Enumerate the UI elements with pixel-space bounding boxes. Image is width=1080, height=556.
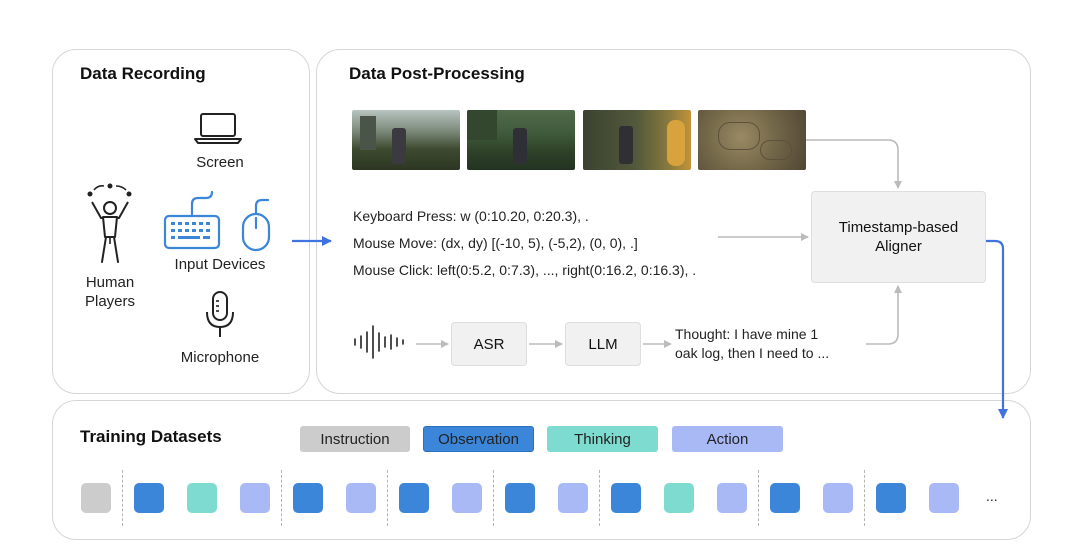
sequence-item-action (929, 483, 959, 513)
data-post-processing-title: Data Post-Processing (349, 64, 525, 83)
llm-box: LLM (565, 322, 641, 366)
thought-line2: oak log, then I need to ... (675, 345, 830, 361)
sequence-item-action (240, 483, 270, 513)
sequence-separator (281, 470, 282, 526)
sequence-item-action (346, 483, 376, 513)
sequence-separator (493, 470, 494, 526)
keyboard-icon (163, 190, 221, 250)
sequence-item-observation (770, 483, 800, 513)
asr-box: ASR (451, 322, 527, 366)
microphone-icon (206, 291, 234, 337)
training-datasets-panel (52, 400, 1031, 540)
training-datasets-title: Training Datasets (80, 427, 222, 446)
sequence-separator (599, 470, 600, 526)
sequence-separator (864, 470, 865, 526)
legend-instruction: Instruction (300, 426, 410, 452)
sequence-item-instruction (81, 483, 111, 513)
thought-line1: Thought: I have mine 1 (675, 326, 819, 342)
sequence-item-observation (293, 483, 323, 513)
gameplay-frame-3 (583, 110, 691, 170)
sequence-item-action (558, 483, 588, 513)
gameplay-frame-1 (352, 110, 460, 170)
sequence-item-observation (399, 483, 429, 513)
aligner-label-line2: Aligner (875, 238, 922, 255)
keyboard-press-line: Keyboard Press: w (0:10.20, 0:20.3), . (353, 208, 589, 224)
sequence-item-action (452, 483, 482, 513)
sequence-separator (387, 470, 388, 526)
sequence-item-thinking (664, 483, 694, 513)
microphone-label: Microphone (180, 349, 260, 366)
laptop-icon (194, 113, 242, 144)
data-recording-title: Data Recording (80, 64, 206, 83)
sequence-ellipsis: ... (986, 488, 998, 504)
sequence-item-observation (505, 483, 535, 513)
mouse-icon (241, 198, 271, 252)
mouse-move-line: Mouse Move: (dx, dy) [(-10, 5), (-5,2), … (353, 235, 638, 251)
human-players-label-line2: Players (84, 293, 136, 310)
timestamp-aligner-box: Timestamp-based Aligner (811, 191, 986, 283)
legend-action: Action (672, 426, 783, 452)
sequence-separator (122, 470, 123, 526)
juggler-icon (87, 183, 132, 263)
sequence-item-observation (611, 483, 641, 513)
sequence-item-action (717, 483, 747, 513)
gameplay-frame-2 (467, 110, 575, 170)
sequence-item-observation (876, 483, 906, 513)
map-frame (698, 110, 806, 170)
sequence-item-thinking (187, 483, 217, 513)
aligner-label-line1: Timestamp-based (838, 219, 959, 236)
mouse-click-line: Mouse Click: left(0:5.2, 0:7.3), ..., ri… (353, 262, 697, 278)
sequence-item-observation (134, 483, 164, 513)
legend-thinking: Thinking (547, 426, 658, 452)
sequence-item-action (823, 483, 853, 513)
sequence-separator (758, 470, 759, 526)
human-players-label-line1: Human (85, 274, 135, 291)
waveform-icon (354, 325, 404, 359)
screen-label: Screen (196, 154, 244, 171)
input-devices-label: Input Devices (174, 256, 266, 273)
legend-observation: Observation (423, 426, 534, 452)
